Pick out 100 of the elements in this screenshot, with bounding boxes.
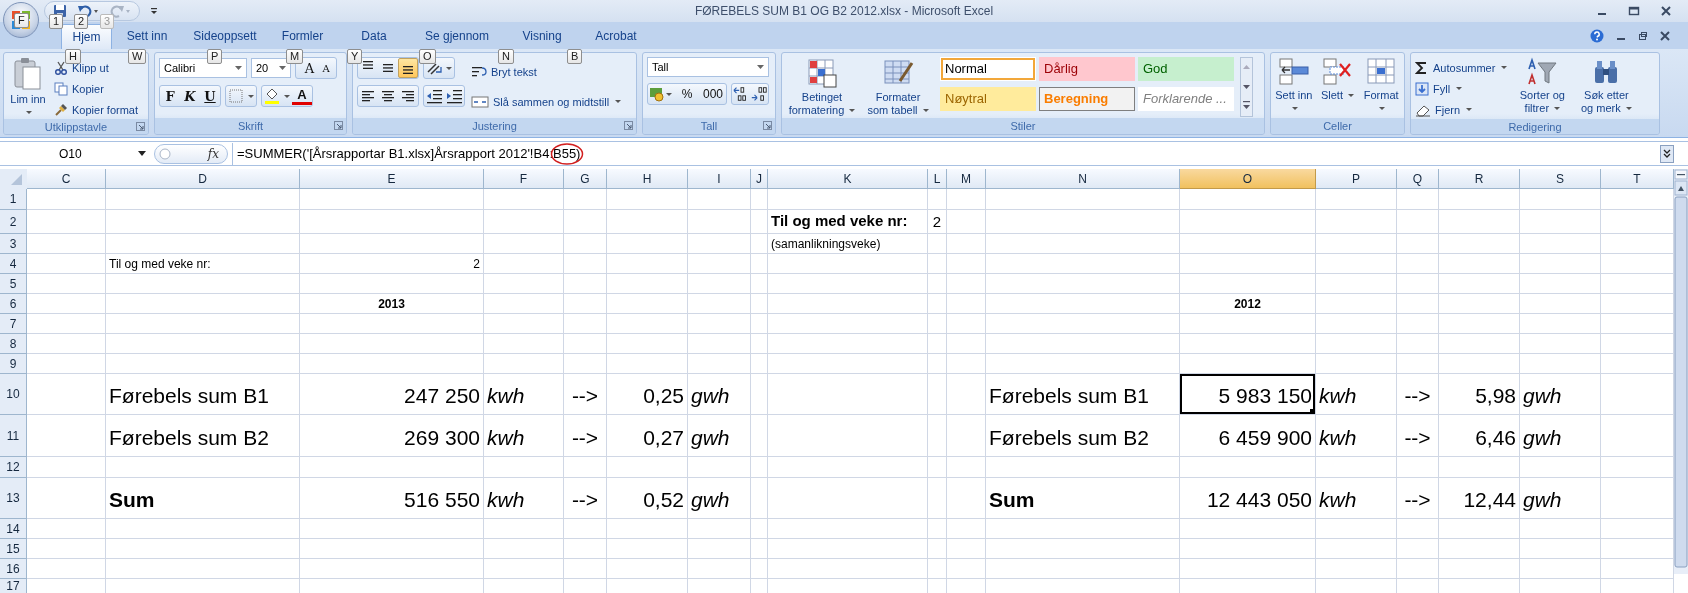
merge-center-button[interactable]: Slå sammen og midtstill [471,93,622,111]
empty-cell[interactable] [986,539,1180,559]
spreadsheet-cell[interactable]: kwh [484,374,564,415]
empty-cell[interactable] [1316,189,1397,210]
thousands-button[interactable]: 000 [700,87,726,101]
delete-cells-button[interactable]: Slett [1318,57,1357,102]
empty-cell[interactable] [607,559,688,579]
empty-cell[interactable] [1439,234,1520,254]
empty-cell[interactable] [947,189,986,210]
spreadsheet-cell[interactable]: gwh [1520,478,1601,519]
empty-cell[interactable] [928,415,947,457]
empty-cell[interactable] [986,354,1180,374]
spreadsheet-cell[interactable]: gwh [688,478,751,519]
font-size-dropdown[interactable]: 20 [251,58,291,78]
clear-button[interactable]: Fjern [1415,101,1508,119]
empty-cell[interactable] [1520,254,1601,274]
spreadsheet-cell[interactable]: 2 [300,254,484,274]
cancel-icon[interactable] [159,147,171,160]
empty-cell[interactable] [986,210,1180,234]
empty-cell[interactable] [751,314,768,334]
empty-cell[interactable] [947,294,986,314]
empty-cell[interactable] [564,334,607,354]
row-header[interactable]: 10 [0,374,27,415]
format-cells-button[interactable]: Format [1362,57,1400,115]
empty-cell[interactable] [1520,354,1601,374]
spreadsheet-cell[interactable]: Førebels sum B1 [106,374,300,415]
empty-cell[interactable] [1397,234,1439,254]
empty-cell[interactable] [768,519,928,539]
spreadsheet-cell[interactable]: kwh [1316,374,1397,415]
row-header[interactable]: 1 [0,189,27,210]
empty-cell[interactable] [947,274,986,294]
column-header[interactable]: S [1520,169,1601,189]
empty-cell[interactable] [1439,294,1520,314]
empty-cell[interactable] [607,254,688,274]
empty-cell[interactable] [768,457,928,478]
row-header[interactable]: 7 [0,314,27,334]
empty-cell[interactable] [688,274,751,294]
restore-icon[interactable] [1638,30,1648,41]
empty-cell[interactable] [1180,314,1316,334]
empty-cell[interactable] [1397,210,1439,234]
empty-cell[interactable] [1180,274,1316,294]
row-header[interactable]: 13 [0,478,27,519]
row-header[interactable]: 12 [0,457,27,478]
percent-button[interactable]: % [674,87,700,101]
spreadsheet-cell[interactable]: Førebels sum B1 [986,374,1180,415]
empty-cell[interactable] [484,334,564,354]
empty-cell[interactable] [564,519,607,539]
copy-button[interactable]: Kopier [54,80,139,98]
empty-cell[interactable] [106,559,300,579]
empty-cell[interactable] [1520,334,1601,354]
empty-cell[interactable] [300,559,484,579]
empty-cell[interactable] [688,334,751,354]
empty-cell[interactable] [751,294,768,314]
close-icon[interactable] [1660,30,1670,41]
empty-cell[interactable] [1520,539,1601,559]
autosum-button[interactable]: Autosummer [1415,59,1508,77]
empty-cell[interactable] [564,559,607,579]
empty-cell[interactable] [607,334,688,354]
empty-cell[interactable] [106,294,300,314]
empty-cell[interactable] [106,539,300,559]
close-icon[interactable] [1660,5,1672,17]
maximize-icon[interactable] [1628,5,1640,17]
empty-cell[interactable] [768,559,928,579]
spreadsheet-cell[interactable]: 516 550 [300,478,484,519]
empty-cell[interactable] [1397,354,1439,374]
empty-cell[interactable] [1180,334,1316,354]
empty-cell[interactable] [768,314,928,334]
empty-cell[interactable] [986,334,1180,354]
empty-cell[interactable] [986,457,1180,478]
column-header[interactable]: Q [1397,169,1439,189]
empty-cell[interactable] [1180,559,1316,579]
empty-cell[interactable] [484,559,564,579]
undo-icon[interactable] [77,4,99,18]
row-header[interactable]: 8 [0,334,27,354]
empty-cell[interactable] [1439,334,1520,354]
empty-cell[interactable] [751,354,768,374]
empty-cell[interactable] [106,210,300,234]
spreadsheet-cell[interactable]: 5 983 150 [1180,374,1316,415]
empty-cell[interactable] [751,519,768,539]
spreadsheet-cell[interactable]: --> [564,374,607,415]
wrap-text-button[interactable]: Bryt tekst [471,63,622,81]
spreadsheet-cell[interactable]: Til og med veke nr: [106,254,300,274]
empty-cell[interactable] [607,519,688,539]
office-button[interactable]: F [3,2,39,38]
spreadsheet-cell[interactable]: 5,98 [1439,374,1520,415]
bold-button[interactable]: F [160,88,180,104]
empty-cell[interactable] [688,189,751,210]
spreadsheet-cell[interactable]: gwh [688,415,751,457]
ribbon-tab[interactable]: Se gjennom [411,24,503,49]
spreadsheet-cell[interactable]: kwh [484,415,564,457]
empty-cell[interactable] [300,334,484,354]
empty-cell[interactable] [1397,274,1439,294]
empty-cell[interactable] [564,294,607,314]
empty-cell[interactable] [986,254,1180,274]
empty-cell[interactable] [300,274,484,294]
empty-cell[interactable] [947,539,986,559]
empty-cell[interactable] [688,210,751,234]
empty-cell[interactable] [300,539,484,559]
empty-cell[interactable] [928,294,947,314]
empty-cell[interactable] [928,519,947,539]
